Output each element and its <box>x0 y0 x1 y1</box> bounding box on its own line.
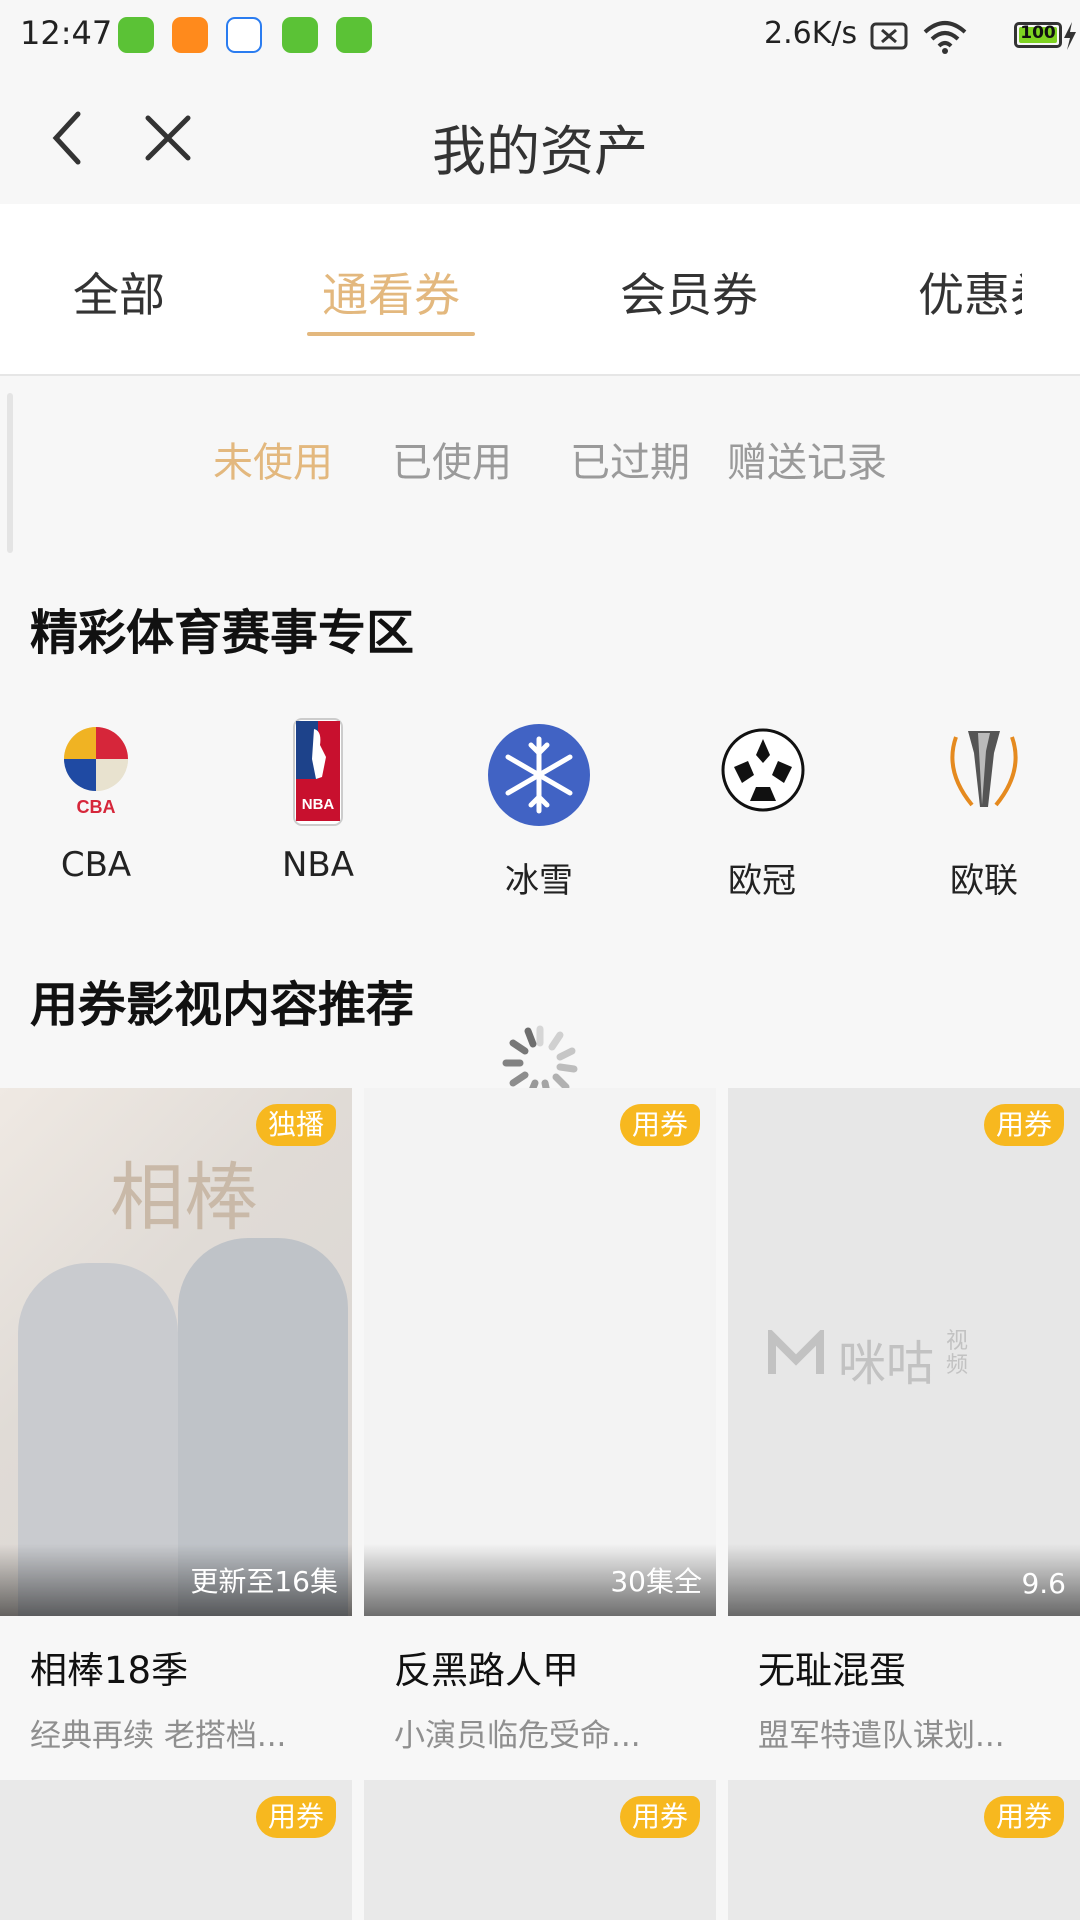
subtab-used[interactable]: 已使用 <box>392 430 512 488</box>
league-row: CBA CBA NBA NBA 冰雪 欧冠 欧联 <box>0 715 1080 905</box>
card-subtitle: 小演员临危受命... <box>394 1718 641 1754</box>
net-speed: 2.6K/s <box>764 16 858 51</box>
card-episode-info: 30集全 <box>610 1565 702 1598</box>
nba-logo-icon: NBA <box>293 718 343 826</box>
league-label: 冰雪 <box>505 861 573 901</box>
league-label: CBA <box>60 845 132 885</box>
league-label: 欧联 <box>950 861 1018 901</box>
card-badge: 用券 <box>619 1796 700 1838</box>
card-badge: 独播 <box>255 1104 336 1146</box>
tab-bar-fade <box>1022 224 1080 344</box>
soccer-ball-icon <box>721 728 805 812</box>
battery-level: 100 <box>1020 23 1056 43</box>
content-card[interactable]: 咪咕 视频 用券 9.6 <box>728 1088 1080 1616</box>
wifi-icon <box>923 21 967 54</box>
league-label: 欧冠 <box>728 861 796 901</box>
league-item-nba[interactable]: NBA NBA <box>238 715 398 905</box>
content-card[interactable]: 用券 <box>364 1780 716 1920</box>
card-badge: 用券 <box>983 1104 1064 1146</box>
content-card[interactable]: 用券 <box>0 1780 352 1920</box>
battery-icon: 100 <box>1014 22 1062 48</box>
league-item-snow[interactable]: 冰雪 <box>459 715 619 905</box>
card-title[interactable]: 无耻混蛋 <box>758 1640 906 1694</box>
card-badge: 用券 <box>255 1796 336 1838</box>
tab-bar: 全部 通看券 会员券 优惠券 <box>0 204 1080 376</box>
app-icon <box>172 17 208 53</box>
content-card[interactable]: 相棒 独播 更新至16集 <box>0 1088 352 1616</box>
league-item-uel[interactable]: 欧联 <box>904 715 1064 905</box>
app-icon <box>226 17 262 53</box>
tab-all[interactable]: 全部 <box>73 259 165 325</box>
status-bar: 12:47 2.6K/s 100 <box>0 0 1080 72</box>
subtab-unused[interactable]: 未使用 <box>213 430 333 488</box>
app-icon <box>118 17 154 53</box>
sports-section-title: 精彩体育赛事专区 <box>30 605 415 661</box>
subtab-gift-record[interactable]: 赠送记录 <box>727 430 887 488</box>
tab-member-voucher[interactable]: 会员券 <box>620 259 758 325</box>
card-title[interactable]: 反黑路人甲 <box>394 1640 579 1694</box>
page-title: 我的资产 <box>432 120 648 183</box>
no-sim-icon <box>870 22 908 50</box>
poster-title-text: 相棒 <box>110 1155 258 1241</box>
europa-league-icon <box>950 731 1018 807</box>
charging-icon <box>1064 22 1076 50</box>
card-title[interactable]: 相棒18季 <box>30 1640 188 1694</box>
league-label: NBA <box>281 845 355 885</box>
svg-text:CBA: CBA <box>77 797 116 815</box>
subtab-expired[interactable]: 已过期 <box>570 430 690 488</box>
migu-logo-text: 咪咕 <box>838 1336 935 1392</box>
app-icon <box>336 17 372 53</box>
league-item-ucl[interactable]: 欧冠 <box>682 715 842 905</box>
tab-tongkan-voucher[interactable]: 通看券 <box>322 259 460 325</box>
svg-text:NBA: NBA <box>302 796 335 813</box>
tab-active-indicator <box>307 332 475 336</box>
migu-logo-small: 视频 <box>946 1329 969 1378</box>
app-icon <box>282 17 318 53</box>
recommend-section-title: 用券影视内容推荐 <box>30 977 415 1033</box>
content-card[interactable]: 用券 30集全 <box>364 1088 716 1616</box>
card-badge: 用券 <box>619 1104 700 1146</box>
status-time: 12:47 <box>20 14 113 52</box>
league-item-cba[interactable]: CBA CBA <box>16 715 176 905</box>
card-subtitle: 盟军特遣队谋划... <box>758 1718 1005 1754</box>
migu-placeholder-logo: 咪咕 视频 <box>768 1324 1048 1392</box>
cba-logo-icon: CBA <box>64 727 128 815</box>
card-badge: 用券 <box>983 1796 1064 1838</box>
card-episode-info: 更新至16集 <box>190 1565 338 1598</box>
header: 我的资产 <box>0 72 1080 204</box>
scrollbar[interactable] <box>7 393 13 553</box>
card-rating: 9.6 <box>1021 1567 1066 1600</box>
card-subtitle: 经典再续 老搭档... <box>30 1718 287 1754</box>
snowflake-icon <box>488 724 590 826</box>
migu-logo-icon <box>768 1330 824 1374</box>
content-card[interactable]: 用券 <box>728 1780 1080 1920</box>
